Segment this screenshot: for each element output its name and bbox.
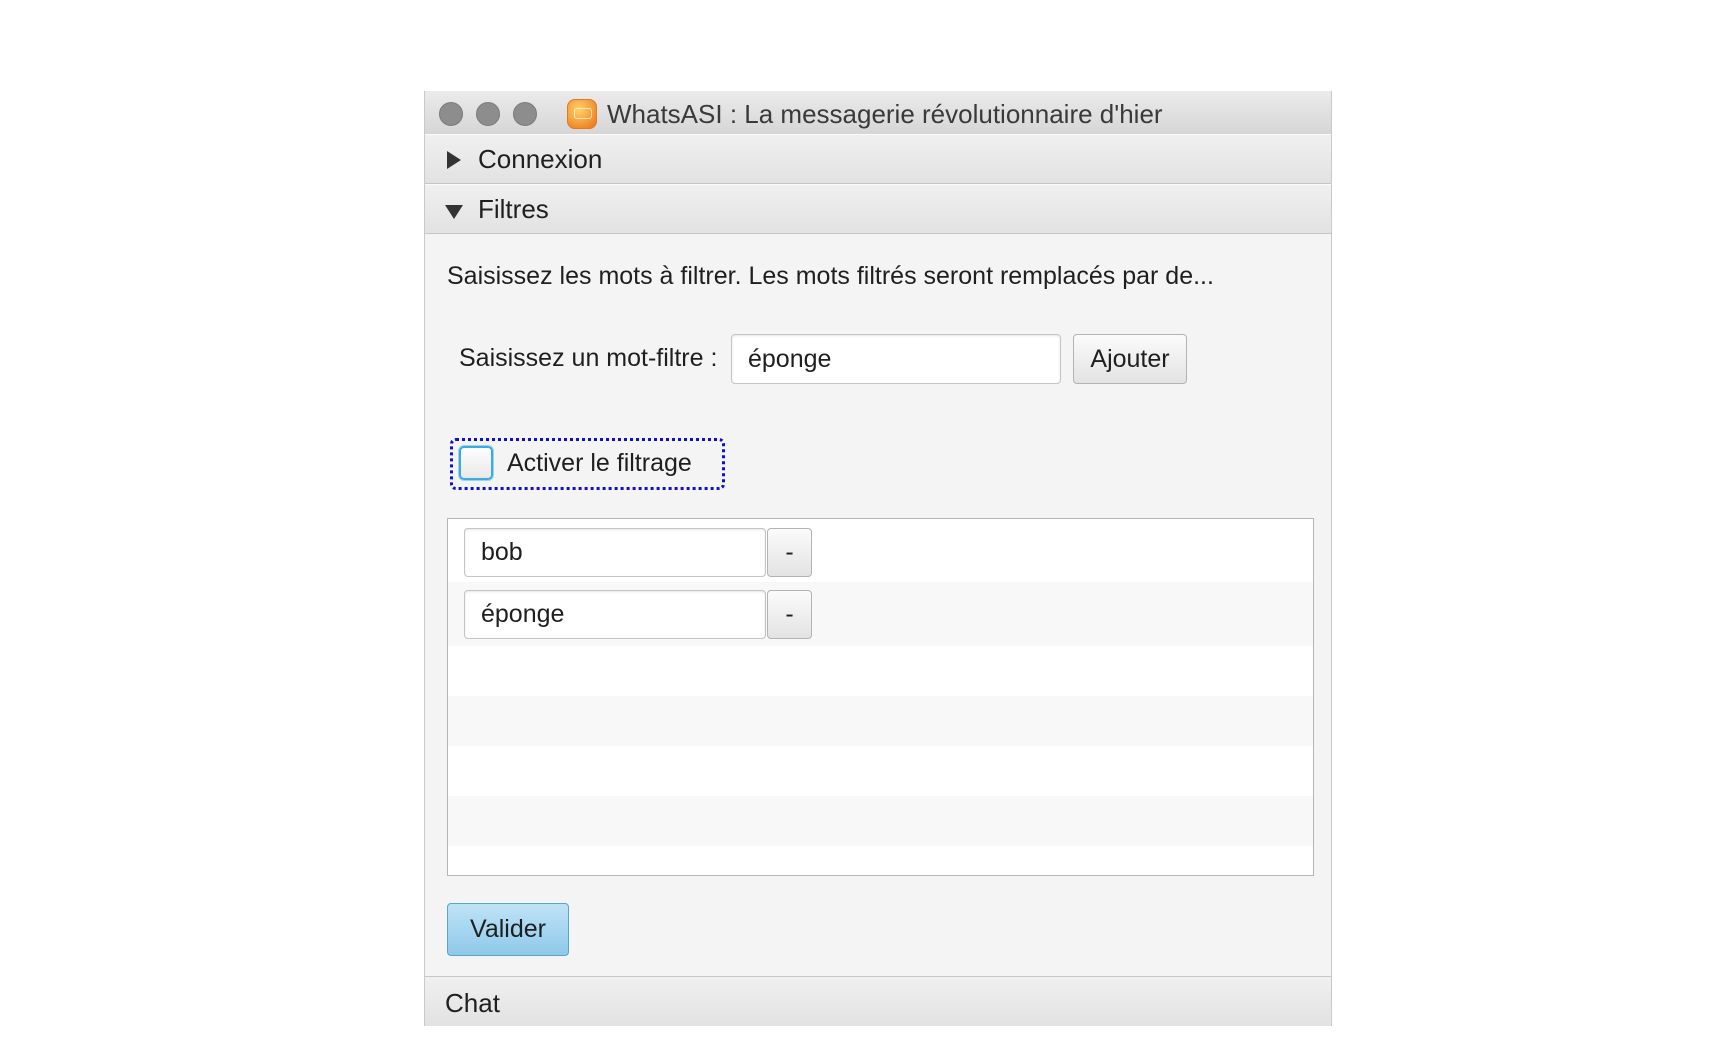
filter-word-label: Saisissez un mot-filtre : — [459, 344, 718, 372]
enable-filtering-label[interactable]: Activer le filtrage — [507, 448, 692, 478]
list-item: - — [448, 582, 1313, 646]
title-bar[interactable]: WhatsASI : La messagerie révolutionnaire… — [425, 91, 1331, 135]
app-window: WhatsASI : La messagerie révolutionnaire… — [424, 91, 1332, 1026]
accordion-connexion-header[interactable]: Connexion — [425, 134, 1331, 184]
expanded-arrow-icon — [445, 205, 463, 219]
accordion-filtres-header[interactable]: Filtres — [425, 184, 1331, 234]
minimize-window-button[interactable] — [476, 102, 500, 126]
list-item-empty — [448, 796, 1313, 846]
list-item-empty — [448, 746, 1313, 796]
accordion-chat-header[interactable]: Chat — [425, 976, 1331, 1026]
collapsed-arrow-icon — [447, 151, 461, 169]
accordion-filtres-label: Filtres — [478, 194, 549, 224]
close-window-button[interactable] — [439, 102, 463, 126]
list-item-empty — [448, 646, 1313, 696]
remove-word-button[interactable]: - — [767, 528, 812, 577]
accordion-connexion-label: Connexion — [478, 144, 603, 174]
filter-word-field[interactable] — [464, 528, 766, 577]
window-title: WhatsASI : La messagerie révolutionnaire… — [607, 99, 1163, 129]
filter-word-list: - - — [447, 518, 1314, 876]
filter-word-input[interactable] — [731, 334, 1061, 384]
list-item-empty — [448, 696, 1313, 746]
app-icon — [567, 99, 597, 129]
filter-description: Saisissez les mots à filtrer. Les mots f… — [447, 262, 1214, 290]
filter-word-field[interactable] — [464, 590, 766, 639]
add-filter-button[interactable]: Ajouter — [1073, 334, 1187, 384]
accordion-chat-label: Chat — [445, 988, 500, 1018]
remove-word-button[interactable]: - — [767, 590, 812, 639]
validate-button[interactable]: Valider — [447, 903, 569, 956]
enable-filtering-checkbox[interactable] — [459, 446, 493, 480]
list-item: - — [448, 519, 1313, 577]
zoom-window-button[interactable] — [513, 102, 537, 126]
